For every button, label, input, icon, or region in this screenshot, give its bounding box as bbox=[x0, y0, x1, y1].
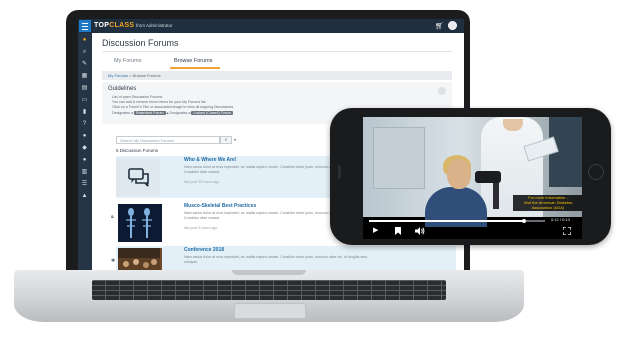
sidebar: ● ⌕ ✎ ▦ ▤ ▭ ▮ ? ● ◆ ● ▥ ☰ ▲ bbox=[78, 33, 92, 270]
collapse-guidelines-button[interactable] bbox=[438, 87, 446, 95]
phone-speaker bbox=[338, 165, 341, 179]
laptop-touchpad bbox=[234, 303, 306, 319]
users-icon[interactable]: ● bbox=[81, 157, 88, 163]
chart-icon[interactable]: ▥ bbox=[81, 169, 88, 175]
book-icon[interactable]: ▮ bbox=[81, 109, 88, 115]
volume-icon[interactable] bbox=[415, 227, 425, 237]
caption-line: Association (ADA) bbox=[531, 204, 565, 210]
hamburger-menu-icon[interactable] bbox=[79, 20, 91, 32]
seek-progress bbox=[369, 220, 524, 222]
conference-image bbox=[118, 248, 160, 270]
doctor-face bbox=[503, 119, 523, 131]
guideline-legend: Designates a Restricted Forum 🔒︎ Designa… bbox=[112, 111, 234, 115]
laptop-keyboard bbox=[92, 280, 446, 300]
chat-bubbles-icon bbox=[128, 168, 149, 187]
restricted-forum-badge: Restricted Forum bbox=[133, 111, 166, 115]
forum-last-post: last post 3 hours ago bbox=[184, 226, 218, 230]
search-input[interactable]: Search My Discussion Forums bbox=[116, 136, 220, 144]
locked-forum-badge: Locked (Closed) Forum bbox=[191, 111, 234, 115]
video-frame[interactable]: For more information - Visit the America… bbox=[363, 117, 582, 227]
legend-prefix: Designates a bbox=[112, 111, 133, 115]
guideline-line: You can add & remove forum items for you… bbox=[112, 100, 207, 104]
video-caption: For more information - Visit the America… bbox=[513, 195, 582, 212]
microscope bbox=[475, 171, 501, 183]
laptop-hinge-notch bbox=[232, 270, 306, 275]
phone-home-button[interactable] bbox=[588, 164, 604, 180]
tab-my-forums[interactable]: My Forums bbox=[114, 58, 142, 64]
topclass-logo[interactable]: TOPCLASS bbox=[94, 22, 134, 29]
help-icon[interactable]: ? bbox=[81, 121, 88, 127]
forum-description: Nam varius dolor at eros imperdiet, ac m… bbox=[184, 255, 369, 264]
page-title: Discussion Forums bbox=[102, 38, 179, 48]
cart-icon[interactable]: 🛒︎ bbox=[435, 22, 444, 30]
bookmark-icon[interactable] bbox=[395, 227, 401, 237]
avatar[interactable] bbox=[448, 21, 457, 30]
top-bar: TOPCLASS from Administrator 🛒︎ bbox=[78, 19, 464, 33]
guidelines-title: Guidelines bbox=[108, 86, 137, 92]
calendar-icon[interactable]: ▦ bbox=[81, 73, 88, 79]
guideline-line: Click on a Forum's Title or associated i… bbox=[112, 105, 235, 109]
breadcrumb-current: Browse Forums bbox=[132, 73, 161, 78]
user-role-label: from Administrator bbox=[136, 23, 173, 28]
forum-title[interactable]: Musco-Skeletal Best Practices bbox=[184, 203, 256, 209]
edit-icon[interactable]: ✎ bbox=[81, 61, 88, 67]
search-button[interactable]: ⌕ bbox=[220, 136, 232, 144]
video-time: 0:12 / 0:13 bbox=[551, 217, 570, 222]
list-icon[interactable]: ☰ bbox=[81, 181, 88, 187]
list-item[interactable]: ✱ Conference 2018 Nam varius dolor at er… bbox=[111, 246, 456, 270]
scientist-face bbox=[447, 159, 471, 189]
breadcrumb-link-my-forums[interactable]: My Forums bbox=[108, 73, 128, 78]
forum-thumbnail[interactable] bbox=[116, 158, 160, 196]
video-player[interactable]: For more information - Visit the America… bbox=[363, 117, 582, 239]
play-icon[interactable]: ▶ bbox=[373, 227, 378, 234]
forum-title[interactable]: Who & Where We Are! bbox=[184, 157, 237, 163]
divider bbox=[102, 51, 452, 52]
skeleton-xray-image bbox=[118, 204, 160, 242]
forum-thumbnail[interactable] bbox=[118, 204, 162, 242]
forum-last-post: last post 20 hours ago bbox=[184, 180, 220, 184]
user-icon[interactable]: ● bbox=[81, 133, 88, 139]
forum-title[interactable]: Conference 2018 bbox=[184, 247, 224, 253]
forum-thumbnail[interactable] bbox=[118, 248, 162, 270]
tab-browse-forums[interactable]: Browse Forums bbox=[174, 58, 213, 64]
tag-icon[interactable]: ◆ bbox=[81, 145, 88, 151]
forum-count: 5 Discussion Forums bbox=[116, 148, 159, 153]
bell-icon[interactable]: ▲ bbox=[81, 193, 88, 199]
legend-middle: Designates a bbox=[169, 111, 191, 115]
lab-shelf bbox=[373, 127, 425, 189]
home-icon[interactable]: ● bbox=[81, 37, 88, 43]
guideline-line: List of open Discussion Forums. bbox=[112, 95, 164, 99]
inbox-icon[interactable]: ▭ bbox=[81, 97, 88, 103]
search-icon[interactable]: ⌕ bbox=[81, 49, 88, 55]
lock-icon: 🔒︎ bbox=[111, 214, 114, 220]
breadcrumb: My Forums > Browse Forums bbox=[108, 73, 161, 78]
grid-icon[interactable]: ▤ bbox=[81, 85, 88, 91]
fullscreen-icon[interactable] bbox=[562, 226, 572, 237]
seek-handle[interactable] bbox=[521, 219, 526, 223]
active-tab-indicator bbox=[170, 67, 220, 69]
restricted-icon: ✱ bbox=[111, 258, 116, 264]
chevron-down-icon[interactable]: ▾ bbox=[234, 137, 236, 142]
